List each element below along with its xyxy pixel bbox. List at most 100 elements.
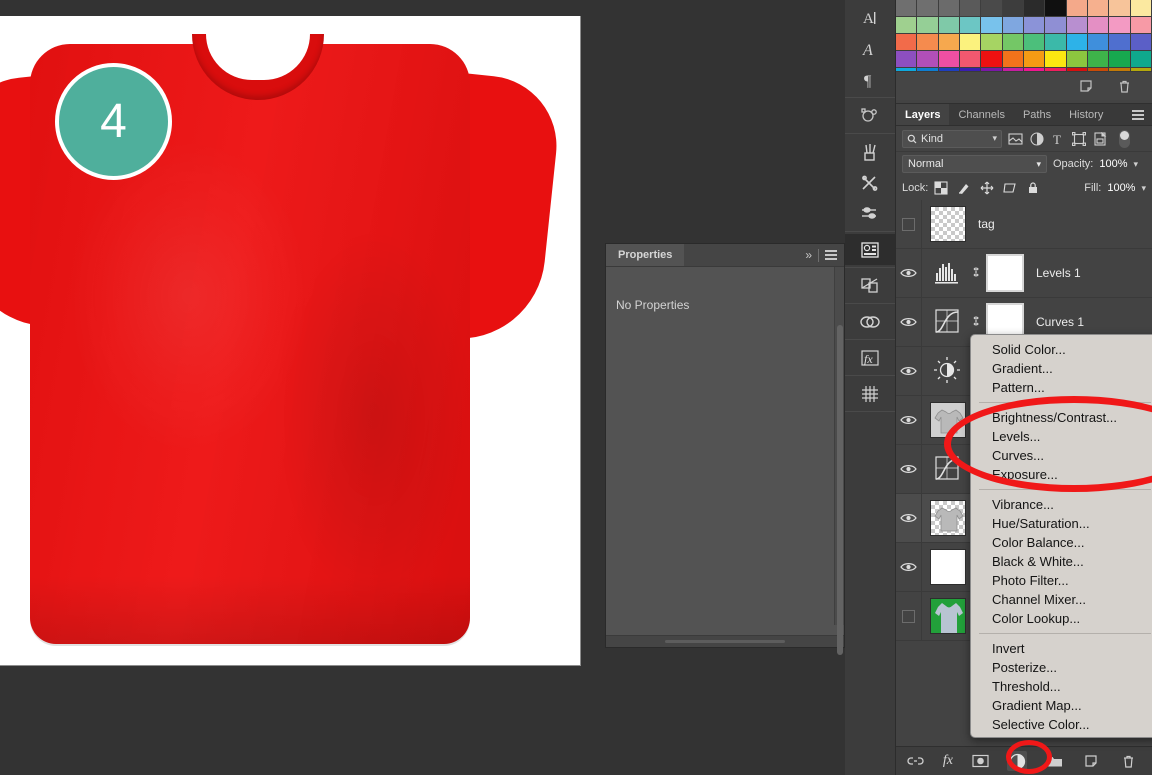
color-swatch[interactable]: [1003, 0, 1024, 17]
layer-visibility-eye-icon[interactable]: [896, 543, 922, 591]
panel-menu-icon[interactable]: [825, 250, 837, 260]
layer-visibility-eye-icon[interactable]: [896, 249, 922, 297]
color-swatch[interactable]: [1024, 34, 1045, 51]
menu-item[interactable]: Exposure...: [971, 465, 1152, 484]
properties-resize-handle[interactable]: [665, 640, 785, 643]
type-filter-icon[interactable]: T: [1051, 132, 1065, 146]
new-adjustment-layer-button[interactable]: [1007, 751, 1027, 771]
color-swatch[interactable]: [1067, 34, 1088, 51]
link-layers-button[interactable]: [906, 751, 926, 771]
adjustments-panel-icon[interactable]: [845, 270, 895, 301]
new-layer-button[interactable]: [1081, 751, 1101, 771]
lock-image-icon[interactable]: [957, 181, 971, 195]
color-swatch[interactable]: [1131, 0, 1152, 17]
color-swatch[interactable]: [917, 34, 938, 51]
menu-item[interactable]: Color Balance...: [971, 533, 1152, 552]
color-swatch[interactable]: [1003, 34, 1024, 51]
menu-item[interactable]: Invert: [971, 639, 1152, 658]
libraries-panel-icon[interactable]: [845, 234, 895, 265]
color-swatch[interactable]: [1045, 51, 1066, 68]
layer-thumbnail-cell[interactable]: [922, 549, 966, 585]
new-group-button[interactable]: [1044, 751, 1064, 771]
grid-panel-icon[interactable]: [845, 378, 895, 409]
color-swatch[interactable]: [960, 34, 981, 51]
color-swatch[interactable]: [939, 51, 960, 68]
layer-thumbnail-cell[interactable]: [922, 500, 966, 536]
properties-scrollbar-thumb[interactable]: [837, 325, 843, 655]
color-swatch[interactable]: [1088, 0, 1109, 17]
layer-mask-thumbnail[interactable]: [986, 254, 1024, 292]
tab-properties[interactable]: Properties: [606, 244, 684, 266]
menu-item[interactable]: Hue/Saturation...: [971, 514, 1152, 533]
color-swatch[interactable]: [1024, 51, 1045, 68]
filter-kind-select[interactable]: Kind ▾: [902, 130, 1002, 148]
lock-artboard-icon[interactable]: [1003, 181, 1017, 195]
menu-item[interactable]: Gradient Map...: [971, 696, 1152, 715]
color-swatch[interactable]: [1045, 17, 1066, 34]
color-swatch[interactable]: [939, 34, 960, 51]
menu-item[interactable]: Curves...: [971, 446, 1152, 465]
layer-visibility-eye-icon[interactable]: [896, 445, 922, 493]
color-swatch[interactable]: [1088, 34, 1109, 51]
color-swatch[interactable]: [1024, 0, 1045, 17]
color-swatch[interactable]: [981, 51, 1002, 68]
layer-row[interactable]: tag: [896, 200, 1152, 249]
layer-row[interactable]: Levels 1: [896, 249, 1152, 298]
tab-history[interactable]: History: [1060, 104, 1112, 125]
color-swatch[interactable]: [917, 51, 938, 68]
brushes-panel-icon[interactable]: [845, 136, 895, 167]
color-swatch[interactable]: [1003, 51, 1024, 68]
color-swatch[interactable]: [1088, 51, 1109, 68]
paragraph-panel-icon[interactable]: ¶: [845, 64, 895, 95]
color-swatch[interactable]: [1003, 17, 1024, 34]
color-swatch[interactable]: [1131, 51, 1152, 68]
color-swatch[interactable]: [896, 17, 917, 34]
color-swatch[interactable]: [896, 51, 917, 68]
menu-item[interactable]: Solid Color...: [971, 340, 1152, 359]
properties-scrollbar[interactable]: [834, 267, 844, 625]
opacity-value[interactable]: 100%: [1099, 158, 1127, 170]
smartobject-filter-icon[interactable]: [1093, 132, 1107, 146]
color-swatch[interactable]: [1131, 34, 1152, 51]
menu-item[interactable]: Posterize...: [971, 658, 1152, 677]
adjustment-filter-icon[interactable]: [1030, 132, 1044, 146]
color-swatch[interactable]: [981, 34, 1002, 51]
menu-item[interactable]: Levels...: [971, 427, 1152, 446]
delete-swatch-icon[interactable]: [1114, 76, 1134, 96]
color-swatch[interactable]: [1045, 34, 1066, 51]
menu-item[interactable]: Channel Mixer...: [971, 590, 1152, 609]
color-swatch[interactable]: [1109, 34, 1130, 51]
new-swatch-icon[interactable]: [1076, 76, 1096, 96]
color-swatch[interactable]: [1131, 17, 1152, 34]
color-swatch[interactable]: [1109, 51, 1130, 68]
layer-mask-button[interactable]: [970, 751, 990, 771]
color-swatch[interactable]: [1024, 17, 1045, 34]
color-swatch[interactable]: [1109, 17, 1130, 34]
color-swatch[interactable]: [939, 0, 960, 17]
color-swatch[interactable]: [1109, 0, 1130, 17]
mask-link-icon[interactable]: [971, 313, 981, 332]
layers-panel-menu-icon[interactable]: [1132, 104, 1152, 125]
layer-visibility-eye-icon[interactable]: [896, 298, 922, 346]
menu-item[interactable]: Gradient...: [971, 359, 1152, 378]
new-adjustment-layer-menu[interactable]: Solid Color...Gradient...Pattern...Brigh…: [970, 334, 1152, 738]
shape-filter-icon[interactable]: [1072, 132, 1086, 146]
menu-item[interactable]: Threshold...: [971, 677, 1152, 696]
lock-all-icon[interactable]: [1026, 181, 1040, 195]
color-swatch[interactable]: [960, 0, 981, 17]
document-canvas[interactable]: 4: [0, 16, 581, 666]
tab-paths[interactable]: Paths: [1014, 104, 1060, 125]
styles-panel-icon[interactable]: fx: [845, 342, 895, 373]
tool-presets-icon[interactable]: [845, 167, 895, 198]
lock-position-icon[interactable]: [980, 181, 994, 195]
layer-visibility-eye-icon[interactable]: [896, 494, 922, 542]
tab-channels[interactable]: Channels: [949, 104, 1013, 125]
paths-panel-icon[interactable]: [845, 100, 895, 131]
layer-thumbnail-cell[interactable]: [922, 206, 966, 242]
menu-item[interactable]: Color Lookup...: [971, 609, 1152, 628]
color-swatch[interactable]: [1067, 0, 1088, 17]
layer-visibility-eye-icon[interactable]: [896, 347, 922, 395]
collapse-panel-icon[interactable]: »: [805, 248, 812, 262]
color-swatch[interactable]: [896, 0, 917, 17]
color-swatch[interactable]: [1067, 51, 1088, 68]
